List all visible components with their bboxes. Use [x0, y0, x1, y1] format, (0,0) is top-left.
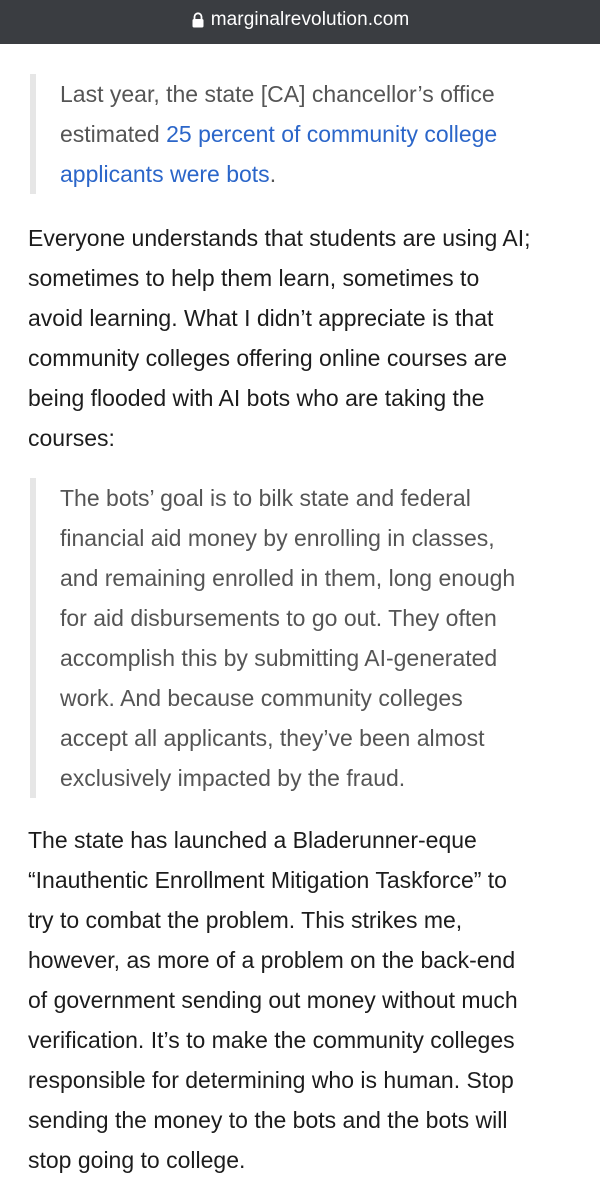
quote2-line: and remaining enrolled in them, long eno… — [60, 565, 516, 591]
quote2-line: for aid disbursements to go out. They of… — [60, 605, 497, 631]
paragraph-taskforce: The state has launched a Bladerunner-equ… — [28, 820, 578, 1180]
quote2-line: financial aid money by enrolling in clas… — [60, 525, 495, 551]
paragraph-line: Everyone understands that students are u… — [28, 225, 531, 251]
paragraph-line: responsible for determining who is human… — [28, 1067, 514, 1093]
paragraph-line: however, as more of a problem on the bac… — [28, 947, 516, 973]
paragraph-line: of government sending out money without … — [28, 987, 518, 1013]
paragraph-line: sometimes to help them learn, sometimes … — [28, 265, 480, 291]
quote2-line: exclusively impacted by the fraud. — [60, 765, 406, 791]
paragraph-line: The state has launched a Bladerunner-equ… — [28, 827, 477, 853]
paragraph-line: sending the money to the bots and the bo… — [28, 1107, 508, 1133]
blockquote-chancellor: Last year, the state [CA] chancellor’s o… — [30, 74, 575, 194]
quote2-line: accomplish this by submitting AI-generat… — [60, 645, 498, 671]
quote1-line: Last year, the state [CA] chancellor’s o… — [60, 81, 495, 107]
paragraph-line: try to combat the problem. This strikes … — [28, 907, 463, 933]
quote2-line: The bots’ goal is to bilk state and fede… — [60, 485, 471, 511]
blockquote-bots-goal: The bots’ goal is to bilk state and fede… — [30, 478, 575, 798]
paragraph-line: courses: — [28, 425, 115, 451]
browser-url-bar[interactable]: marginalrevolution.com — [0, 0, 600, 44]
paragraph-line: being flooded with AI bots who are takin… — [28, 385, 485, 411]
paragraph-line: stop going to college. — [28, 1147, 246, 1173]
url-display[interactable]: marginalrevolution.com — [191, 9, 410, 31]
bots-percent-link-cont[interactable]: applicants were bots — [60, 161, 270, 187]
url-text: marginalrevolution.com — [210, 9, 410, 30]
paragraph-line: avoid learning. What I didn’t appreciate… — [28, 305, 494, 331]
paragraph-intro: Everyone understands that students are u… — [28, 218, 578, 458]
bots-percent-link[interactable]: 25 percent of community college — [166, 121, 497, 147]
paragraph-line: “Inauthentic Enrollment Mitigation Taskf… — [28, 867, 507, 893]
lock-icon — [191, 12, 205, 28]
quote2-line: accept all applicants, they’ve been almo… — [60, 725, 485, 751]
quote1-line: estimated 25 percent of community colleg… — [60, 121, 498, 147]
paragraph-line: verification. It’s to make the community… — [28, 1027, 515, 1053]
quote2-line: work. And because community colleges — [60, 685, 463, 711]
paragraph-line: community colleges offering online cours… — [28, 345, 507, 371]
quote1-line: applicants were bots. — [60, 161, 277, 187]
